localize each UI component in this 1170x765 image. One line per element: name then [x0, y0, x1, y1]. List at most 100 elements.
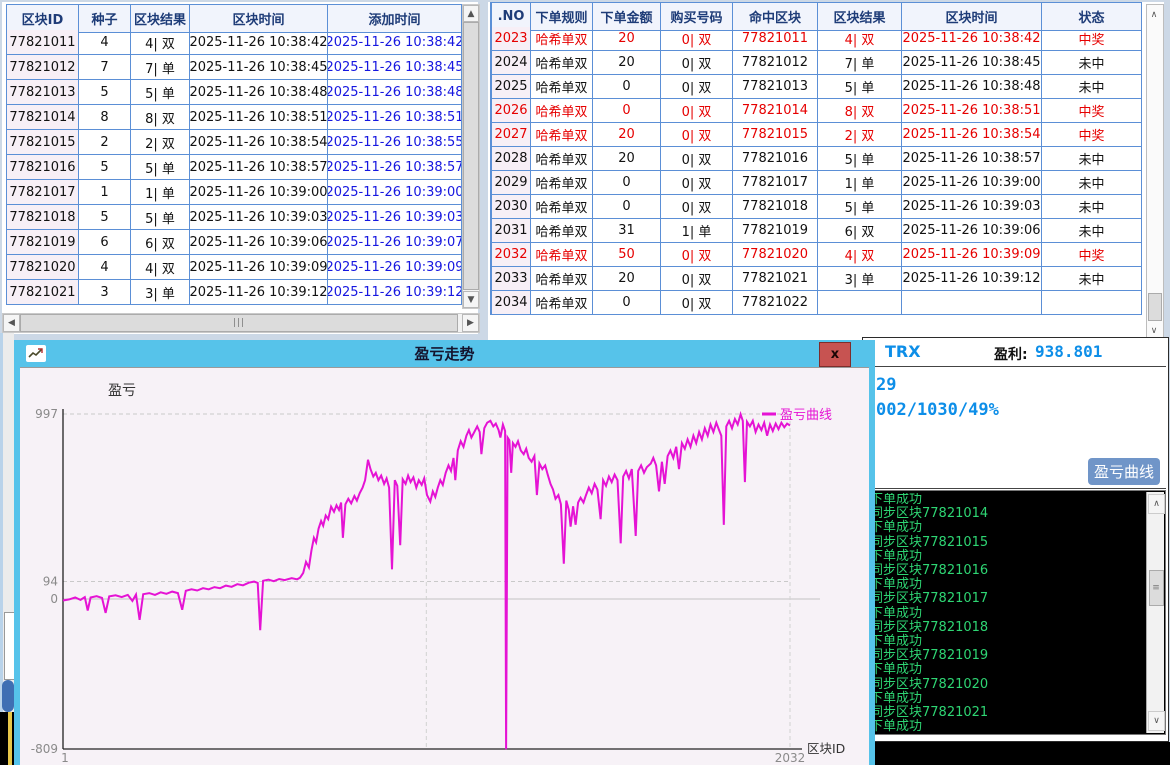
table-cell[interactable]: 2032 — [492, 243, 531, 267]
table-cell[interactable]: 未中 — [1042, 195, 1142, 219]
table-cell[interactable]: 77821016 — [733, 147, 818, 171]
table-cell[interactable]: 0 — [593, 99, 661, 123]
table-cell[interactable]: 0| 双 — [661, 171, 733, 195]
table-cell[interactable]: 2025-11-26 10:39:09 — [190, 255, 328, 280]
table-cell[interactable]: 2025-11-26 10:38:42 — [328, 30, 462, 55]
table-cell[interactable]: 0 — [593, 75, 661, 99]
table-cell[interactable]: 2025-11-26 10:38:54 — [902, 123, 1042, 147]
table-cell[interactable]: 31 — [593, 219, 661, 243]
table-cell[interactable]: 1| 单 — [661, 219, 733, 243]
table-cell[interactable]: 未中 — [1042, 147, 1142, 171]
table-cell[interactable]: 2025-11-26 10:38:57 — [902, 147, 1042, 171]
table-cell[interactable]: 2025-11-26 10:39:12 — [902, 267, 1042, 291]
blocks-table-vscrollbar[interactable]: ▲ ▼ — [462, 4, 480, 309]
table-cell[interactable]: 3 — [79, 280, 131, 305]
table-cell[interactable]: 哈希单双 — [531, 243, 593, 267]
table-cell[interactable]: 2025-11-26 10:39:03 — [190, 205, 328, 230]
table-cell[interactable]: 77821020 — [7, 255, 79, 280]
table-cell[interactable] — [902, 291, 1042, 315]
table-cell[interactable]: 2025-11-26 10:39:09 — [328, 255, 462, 280]
table-cell[interactable]: 5| 单 — [131, 80, 190, 105]
table-cell[interactable]: 哈希单双 — [531, 51, 593, 75]
table-cell[interactable]: 2025-11-26 10:38:45 — [902, 51, 1042, 75]
scroll-up-icon[interactable]: ▲ — [463, 5, 479, 22]
table-cell[interactable]: 哈希单双 — [531, 147, 593, 171]
table-cell[interactable]: 77821016 — [7, 155, 79, 180]
table-cell[interactable]: 2034 — [492, 291, 531, 315]
table-cell[interactable]: 中奖 — [1042, 243, 1142, 267]
table-cell[interactable]: 77821012 — [733, 51, 818, 75]
table-cell[interactable]: 2025-11-26 10:39:03 — [328, 205, 462, 230]
table-cell[interactable]: 2025-11-26 10:38:45 — [190, 55, 328, 80]
scroll-right-icon[interactable]: ▶ — [462, 314, 479, 332]
window-titlebar[interactable]: 盈亏走势 x — [14, 340, 875, 367]
table-cell[interactable]: 2025-11-26 10:39:12 — [328, 280, 462, 305]
table-cell[interactable]: 8| 双 — [818, 99, 902, 123]
column-header[interactable]: 区块结果 — [131, 5, 190, 33]
table-cell[interactable]: 哈希单双 — [531, 267, 593, 291]
table-cell[interactable]: 5| 单 — [818, 147, 902, 171]
table-cell[interactable]: 77821015 — [7, 130, 79, 155]
table-cell[interactable]: 2025-11-26 10:38:48 — [902, 75, 1042, 99]
table-cell[interactable]: 5| 单 — [131, 205, 190, 230]
table-cell[interactable]: 2025-11-26 10:39:03 — [902, 195, 1042, 219]
table-cell[interactable]: 8| 双 — [131, 105, 190, 130]
table-cell[interactable]: 哈希单双 — [531, 171, 593, 195]
table-cell[interactable]: 未中 — [1042, 267, 1142, 291]
table-cell[interactable]: 20 — [593, 267, 661, 291]
table-cell[interactable]: 2025-11-26 10:38:55 — [328, 130, 462, 155]
table-cell[interactable]: 77821013 — [7, 80, 79, 105]
table-cell[interactable]: 哈希单双 — [531, 75, 593, 99]
table-cell[interactable]: 2025-11-26 10:38:51 — [328, 105, 462, 130]
table-cell[interactable]: 1| 单 — [131, 180, 190, 205]
table-cell[interactable]: 2025-11-26 10:38:48 — [190, 80, 328, 105]
table-cell[interactable]: 77821021 — [733, 267, 818, 291]
table-cell[interactable]: 2025-11-26 10:38:57 — [328, 155, 462, 180]
table-cell[interactable]: 2025 — [492, 75, 531, 99]
table-cell[interactable]: 0| 双 — [661, 147, 733, 171]
table-cell[interactable]: 0| 双 — [661, 243, 733, 267]
scroll-down-icon[interactable]: ∨ — [1148, 711, 1165, 731]
table-cell[interactable]: 20 — [593, 123, 661, 147]
table-cell[interactable]: 7| 单 — [131, 55, 190, 80]
table-cell[interactable]: 77821022 — [733, 291, 818, 315]
table-cell[interactable]: 5| 单 — [818, 75, 902, 99]
vscroll-thumb[interactable] — [463, 22, 479, 290]
table-cell[interactable]: 77821014 — [733, 99, 818, 123]
table-cell[interactable]: 0| 双 — [661, 27, 733, 51]
table-cell[interactable]: 2030 — [492, 195, 531, 219]
table-cell[interactable]: 77821018 — [733, 195, 818, 219]
table-cell[interactable]: 3| 单 — [818, 267, 902, 291]
table-cell[interactable]: 2026 — [492, 99, 531, 123]
table-cell[interactable]: 2025-11-26 10:38:42 — [190, 30, 328, 55]
table-cell[interactable]: 未中 — [1042, 171, 1142, 195]
scroll-up-icon[interactable]: ∧ — [1147, 5, 1161, 25]
table-cell[interactable]: 哈希单双 — [531, 195, 593, 219]
table-cell[interactable]: 20 — [593, 51, 661, 75]
table-cell[interactable]: 77821017 — [733, 171, 818, 195]
table-cell[interactable]: 2025-11-26 10:39:00 — [902, 171, 1042, 195]
table-cell[interactable]: 哈希单双 — [531, 219, 593, 243]
table-cell[interactable]: 8 — [79, 105, 131, 130]
table-cell[interactable]: 0| 双 — [661, 291, 733, 315]
console-vscrollbar[interactable]: ∧ ≡ ∨ — [1146, 492, 1164, 733]
table-cell[interactable]: 77821020 — [733, 243, 818, 267]
table-cell[interactable]: 0 — [593, 291, 661, 315]
table-cell[interactable]: 2027 — [492, 123, 531, 147]
table-cell[interactable]: 20 — [593, 27, 661, 51]
scroll-up-icon[interactable]: ∧ — [1148, 494, 1165, 514]
table-cell[interactable]: 4 — [79, 255, 131, 280]
column-header[interactable]: 添加时间 — [328, 5, 462, 33]
table-cell[interactable]: 0| 双 — [661, 123, 733, 147]
table-cell[interactable]: 1| 单 — [818, 171, 902, 195]
table-cell[interactable]: 中奖 — [1042, 27, 1142, 51]
table-cell[interactable]: 2025-11-26 10:38:54 — [190, 130, 328, 155]
table-cell[interactable]: 2031 — [492, 219, 531, 243]
table-cell[interactable]: 77821019 — [7, 230, 79, 255]
blocks-table-hscrollbar[interactable]: ◀ ||| ▶ — [2, 313, 480, 333]
table-cell[interactable]: 2025-11-26 10:39:00 — [328, 180, 462, 205]
table-cell[interactable]: 2025-11-26 10:39:09 — [902, 243, 1042, 267]
orders-table-vscrollbar[interactable]: ∧ ∨ — [1146, 4, 1164, 342]
table-cell[interactable]: 未中 — [1042, 75, 1142, 99]
table-cell[interactable]: 哈希单双 — [531, 123, 593, 147]
